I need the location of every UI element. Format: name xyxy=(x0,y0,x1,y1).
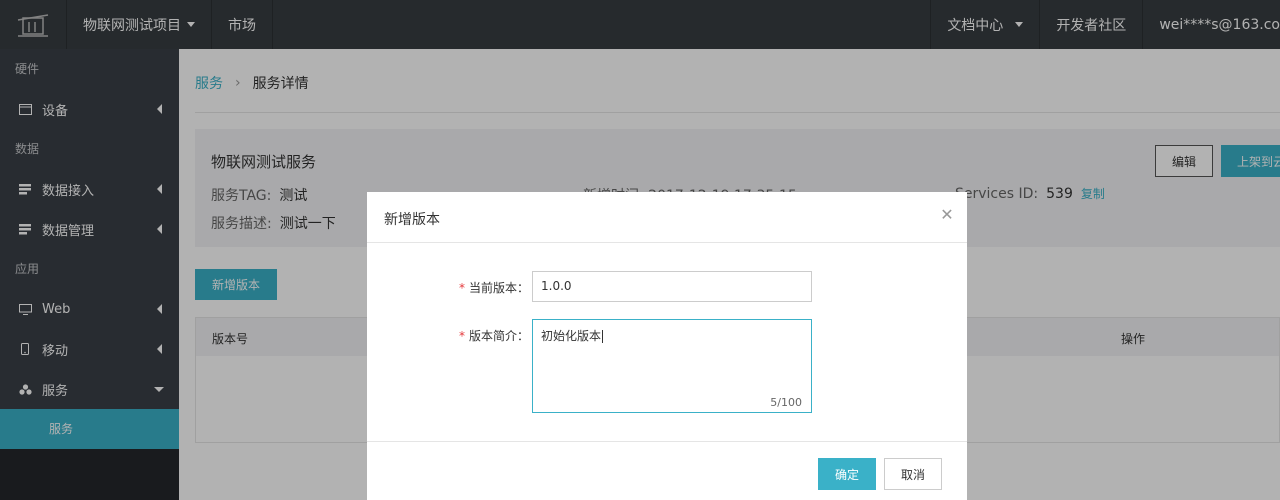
current-version-label: * 当前版本： xyxy=(389,279,529,296)
confirm-button[interactable]: 确定 xyxy=(818,458,876,490)
dialog-header: 新增版本 ✕ xyxy=(367,192,967,243)
dialog-title: 新增版本 xyxy=(384,212,440,228)
version-intro-text: 初始化版本 xyxy=(541,329,602,343)
text-cursor xyxy=(602,330,604,343)
required-mark: * xyxy=(458,281,465,295)
version-intro-textarea[interactable]: 初始化版本 5/100 xyxy=(532,319,812,413)
char-counter: 5/100 xyxy=(770,396,802,409)
dialog-footer-divider xyxy=(367,441,967,442)
required-mark: * xyxy=(458,329,465,343)
current-version-input[interactable]: 1.0.0 xyxy=(532,271,812,302)
version-intro-label: * 版本简介： xyxy=(389,327,529,344)
version-intro-label-text: 版本简介： xyxy=(468,329,529,343)
current-version-label-text: 当前版本： xyxy=(468,281,529,295)
add-version-dialog: 新增版本 ✕ * 当前版本： 1.0.0 * 版本简介： 初始化版本 5/100 确… xyxy=(367,192,967,500)
cancel-button[interactable]: 取消 xyxy=(884,458,942,490)
close-icon[interactable]: ✕ xyxy=(939,205,955,224)
